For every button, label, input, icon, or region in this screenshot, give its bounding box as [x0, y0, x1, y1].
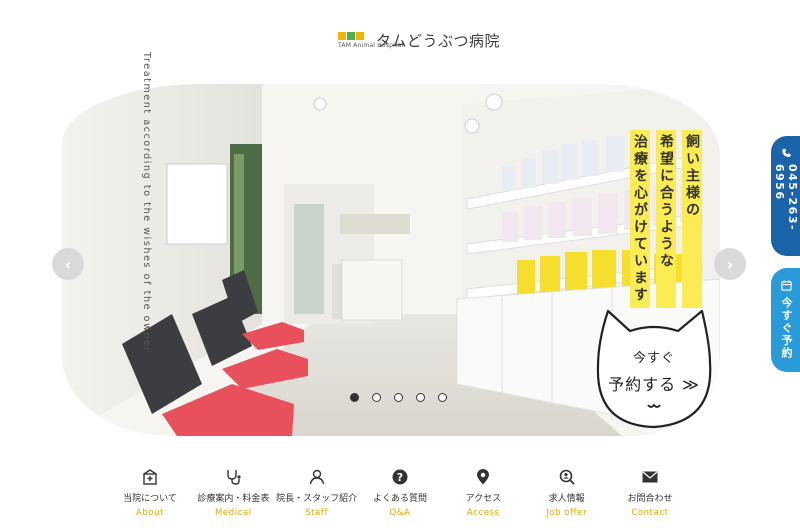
nav-item-access[interactable]: アクセス Access: [443, 468, 523, 518]
phone-icon: [781, 148, 791, 157]
nav-label-jp: よくある質問: [372, 494, 427, 504]
chevron-right-icon: ›: [726, 254, 734, 274]
nav-label-jp: 当院について: [123, 494, 177, 504]
logo-mark: TAM Animal Hospital: [338, 31, 404, 49]
nav-item-staff[interactable]: 院長・スタッフ紹介 Staff: [276, 468, 358, 518]
cat-face-icon: [596, 309, 712, 429]
reserve-now-side-button[interactable]: 今すぐ予約: [771, 268, 800, 372]
reserve-now-cat-button[interactable]: 今すぐ 予約する ≫: [592, 305, 730, 435]
nav-label-en: Q&A: [389, 508, 411, 518]
stethoscope-icon: [224, 468, 242, 486]
slider-next-button[interactable]: ›: [714, 248, 746, 280]
hero-english-tagline: Treatment according to the wishes of the…: [141, 52, 152, 354]
reserve-label: 今すぐ予約: [780, 297, 793, 360]
logo-small-text: TAM Animal Hospital: [338, 41, 404, 49]
phone-call-button[interactable]: 045-263-6956: [771, 136, 800, 256]
catchcopy-line: 飼い主様の: [682, 130, 702, 308]
nav-label-en: Job offer: [546, 508, 588, 518]
slider-pagination: [350, 393, 447, 402]
nav-label-jp: お問合わせ: [627, 494, 673, 504]
svg-text:?: ?: [397, 471, 403, 484]
nav-label-jp: アクセス: [465, 494, 502, 504]
nav-label-jp: 院長・スタッフ紹介: [276, 494, 358, 504]
catchcopy-line: 治療を心がけています: [630, 130, 650, 308]
slider-dot[interactable]: [416, 393, 425, 402]
nav-item-job-offer[interactable]: 求人情報 Job offer: [527, 468, 607, 518]
calendar-icon: [780, 280, 792, 291]
slider-dot[interactable]: [394, 393, 403, 402]
slider-prev-button[interactable]: ‹: [52, 248, 84, 280]
nav-label-en: Access: [466, 508, 500, 518]
map-pin-icon: [474, 468, 492, 486]
reserve-badge-line1: 今すぐ: [632, 351, 675, 366]
person-icon: [308, 468, 326, 486]
phone-number: 045-263-6956: [773, 163, 799, 231]
nav-label-jp: 求人情報: [548, 494, 585, 504]
slider-dot[interactable]: [350, 393, 359, 402]
nav-label-en: Contact: [631, 508, 669, 518]
logo-name: タムどうぶつ病院: [376, 31, 501, 50]
nav-item-contact[interactable]: お問合わせ Contact: [610, 468, 690, 518]
reserve-badge-line2: 予約する ≫: [608, 375, 700, 394]
nav-label-en: About: [135, 508, 165, 518]
global-navigation: 当院について About 診療案内・料金表 Medical 院長・スタッフ紹介 …: [110, 468, 690, 518]
nav-label-en: Medical: [214, 508, 252, 518]
slider-dot[interactable]: [438, 393, 447, 402]
hero-catchcopy: 飼い主様の 希望に合うような 治療を心がけています: [230, 130, 702, 308]
question-icon: ?: [391, 468, 409, 486]
nav-item-medical[interactable]: 診療案内・料金表 Medical: [193, 468, 273, 518]
nav-label-en: Staff: [305, 508, 329, 518]
hospital-icon: [141, 468, 159, 486]
catchcopy-line: 希望に合うような: [656, 130, 676, 308]
search-person-icon: [558, 468, 576, 486]
nav-item-about[interactable]: 当院について About: [110, 468, 190, 518]
slider-dot[interactable]: [372, 393, 381, 402]
site-logo[interactable]: TAM Animal Hospital タムどうぶつ病院: [338, 20, 500, 60]
nav-label-jp: 診療案内・料金表: [197, 494, 270, 504]
nav-item-qa[interactable]: ? よくある質問 Q&A: [360, 468, 440, 518]
chevron-left-icon: ‹: [64, 254, 72, 274]
mail-icon: [641, 468, 659, 486]
